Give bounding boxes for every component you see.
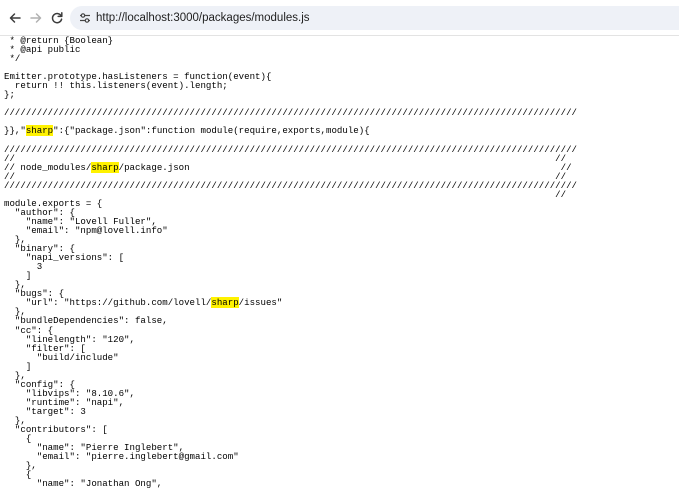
code-line: ////////////////////////////////////////… xyxy=(4,107,577,119)
code-line: "build/include" xyxy=(4,351,119,363)
code-line: ] xyxy=(4,360,32,372)
search-highlight: sharp xyxy=(211,297,239,309)
code-line: */ xyxy=(4,53,21,65)
site-info-tune-icon[interactable] xyxy=(78,11,92,25)
code-line: * @api public xyxy=(4,44,81,56)
url-text[interactable]: http://localhost:3000/packages/modules.j… xyxy=(96,10,310,26)
code-line: 3 xyxy=(4,261,43,273)
code-line: "email": "pierre.inglebert@gmail.com" xyxy=(4,451,239,463)
address-bar[interactable]: http://localhost:3000/packages/modules.j… xyxy=(70,6,679,30)
code-line: "name": "Jonathan Ong", xyxy=(4,478,163,490)
code-line: * @return {Boolean} xyxy=(4,36,114,46)
code-line: // xyxy=(4,188,567,200)
code-line: }, xyxy=(4,279,26,291)
code-line: "linelength": "120", xyxy=(4,333,135,345)
forward-arrow-icon[interactable] xyxy=(27,9,45,27)
code-line: "email": "npm@lovell.info" xyxy=(4,224,168,236)
code-line: module.exports = { xyxy=(4,197,103,209)
code-line: "contributors": [ xyxy=(4,424,108,436)
code-line: "target": 3 xyxy=(4,405,86,417)
code-line: "url": "https://github.com/lovell/sharp/… xyxy=(4,297,283,309)
code-line: }, xyxy=(4,234,26,246)
browser-toolbar: http://localhost:3000/packages/modules.j… xyxy=(0,0,679,36)
code-line: ] xyxy=(4,270,32,282)
code-line: return !! this.listeners(event).length; xyxy=(4,80,228,92)
code-line: }},"sharp":{"package.json":function modu… xyxy=(4,125,370,137)
page-content: * @return {Boolean} * @api public */ Emi… xyxy=(0,36,679,500)
code-line: "napi_versions": [ xyxy=(4,252,125,264)
code-line: "runtime": "napi", xyxy=(4,396,125,408)
code-line: }, xyxy=(4,369,26,381)
reload-icon[interactable] xyxy=(48,9,66,27)
source-code: * @return {Boolean} * @api public */ Emi… xyxy=(0,36,679,488)
back-arrow-icon[interactable] xyxy=(6,9,24,27)
code-line: }, xyxy=(4,460,37,472)
code-line: }; xyxy=(4,89,15,101)
code-line: "bundleDependencies": false, xyxy=(4,315,168,327)
search-highlight: sharp xyxy=(25,125,54,137)
